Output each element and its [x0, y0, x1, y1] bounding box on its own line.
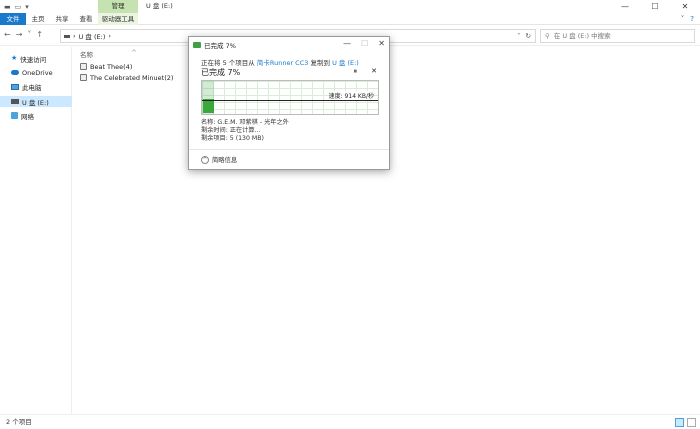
up-button[interactable]: ↑: [36, 30, 43, 39]
cancel-button[interactable]: ✕: [371, 67, 377, 76]
speed-line: [202, 100, 378, 101]
drive-icon: [11, 99, 19, 104]
copy-icon: [193, 42, 201, 48]
status-bar: 2 个项目: [0, 414, 700, 429]
copy-details: 名称: G.E.M. 邓紫棋 - 光年之外 剩余时间: 正在计算... 剩余项目…: [201, 119, 289, 144]
nav-buttons: ← → ˅ ↑: [4, 30, 43, 39]
speed-bar: [203, 99, 214, 113]
chevron-up-icon: ^: [201, 155, 209, 164]
minimize-button[interactable]: —: [610, 0, 640, 13]
dialog-window-controls: — ☐ ✕: [343, 39, 385, 48]
forward-button[interactable]: →: [16, 30, 23, 39]
dropdown-icon[interactable]: ▾: [25, 3, 29, 11]
tab-file[interactable]: 文件: [0, 13, 26, 25]
pause-button[interactable]: ⏸: [354, 67, 358, 76]
window-controls: — ☐ ✕: [610, 0, 700, 13]
item-count: 2 个项目: [6, 418, 32, 426]
less-details-button[interactable]: ^ 简略信息: [201, 155, 237, 164]
manage-contextual-tab[interactable]: 管理: [98, 0, 138, 13]
list-item[interactable]: Beat Thee(4): [80, 61, 173, 72]
speed-graph: 速度: 914 KB/秒: [201, 80, 379, 115]
title-bar: ▬ ▭ ▾ 管理 U 盘 (E:) — ☐ ✕: [0, 0, 700, 13]
copy-desc-mid: 复制到: [310, 59, 330, 67]
quick-access-toolbar: ▬ ▭ ▾: [4, 2, 29, 11]
help-icon[interactable]: ?: [690, 13, 694, 25]
search-box[interactable]: ⚲: [540, 29, 695, 43]
sidebar-item-network[interactable]: 网络: [0, 110, 72, 121]
breadcrumb-sep: ›: [108, 32, 111, 40]
file-icon: [80, 74, 87, 81]
sidebar-item-label: 快速访问: [20, 55, 47, 64]
large-icons-view-icon[interactable]: [687, 418, 696, 427]
sidebar-item-label: U 盘 (E:): [22, 98, 49, 107]
star-icon: ★: [11, 54, 18, 62]
tab-home[interactable]: 主页: [28, 13, 48, 25]
copy-dest-link[interactable]: U 盘 (E:): [332, 59, 359, 67]
search-input[interactable]: [553, 32, 674, 40]
tab-share[interactable]: 共享: [52, 13, 72, 25]
less-details-label: 简略信息: [212, 157, 238, 164]
current-file-name: 名称: G.E.M. 邓紫棋 - 光年之外: [201, 119, 289, 126]
pc-icon: [11, 83, 19, 90]
cloud-icon: [11, 70, 19, 75]
maximize-button[interactable]: ☐: [640, 0, 670, 13]
ribbon-expand-icon[interactable]: ˅: [681, 13, 685, 25]
dialog-title: 已完成 7%: [204, 42, 236, 50]
window-title: U 盘 (E:): [146, 2, 173, 10]
view-toggle: [675, 418, 696, 427]
sidebar-item-label: 网络: [21, 112, 34, 121]
breadcrumb-sep: ›: [73, 32, 76, 40]
dialog-title-bar: 已完成 7%: [193, 40, 236, 50]
breadcrumb[interactable]: U 盘 (E:): [79, 31, 106, 41]
list-item[interactable]: The Celebrated Minuet(2): [80, 72, 173, 83]
copy-source-link[interactable]: 简卡Runner CC3: [257, 59, 309, 67]
file-icon: [80, 63, 87, 70]
navigation-pane: ★ 快速访问 OneDrive 此电脑 U 盘 (E:) 网络: [0, 47, 72, 414]
save-icon[interactable]: ▬: [4, 3, 11, 11]
sidebar-item-label: OneDrive: [22, 68, 53, 77]
dialog-minimize-button[interactable]: —: [343, 39, 351, 48]
transfer-controls: ⏸ ✕: [354, 67, 377, 76]
drive-icon: [64, 34, 70, 38]
sidebar-item-usb-drive[interactable]: U 盘 (E:): [0, 96, 72, 107]
speed-text: 速度: 914 KB/秒: [328, 91, 374, 100]
file-list: Beat Thee(4) The Celebrated Minuet(2): [80, 61, 173, 83]
file-name: Beat Thee(4): [90, 62, 133, 71]
copy-description: 正在将 5 个项目从 简卡Runner CC3 复制到 U 盘 (E:): [201, 57, 359, 67]
dialog-divider: [189, 149, 389, 150]
network-icon: [11, 112, 18, 119]
tab-drive-tools[interactable]: 驱动器工具: [98, 13, 138, 25]
refresh-icon[interactable]: ↻: [526, 32, 531, 40]
file-name: The Celebrated Minuet(2): [90, 73, 174, 82]
address-dropdown-icon[interactable]: ˅: [517, 32, 520, 40]
sort-chevron-icon: ^: [131, 49, 137, 57]
address-actions: ˅ ↻: [517, 32, 535, 40]
sidebar-item-onedrive[interactable]: OneDrive: [0, 67, 72, 78]
copy-desc-prefix: 正在将 5 个项目从: [201, 59, 255, 67]
dialog-maximize-button[interactable]: ☐: [361, 39, 368, 48]
close-button[interactable]: ✕: [670, 0, 700, 13]
column-header-name[interactable]: 名称: [80, 49, 93, 59]
search-icon: ⚲: [545, 32, 550, 40]
tab-view[interactable]: 查看: [76, 13, 96, 25]
sidebar-item-label: 此电脑: [22, 83, 42, 92]
recent-dropdown-icon[interactable]: ˅: [27, 30, 31, 39]
folder-icon[interactable]: ▭: [15, 3, 22, 11]
back-button[interactable]: ←: [4, 30, 11, 39]
details-view-icon[interactable]: [675, 418, 684, 427]
sidebar-item-quick-access[interactable]: ★ 快速访问: [0, 53, 72, 64]
ribbon-tabs: 文件 主页 共享 查看 驱动器工具 ˅ ?: [0, 13, 700, 25]
ribbon-right: ˅ ?: [681, 13, 694, 25]
dialog-close-button[interactable]: ✕: [378, 39, 385, 48]
copy-progress-dialog: 已完成 7% — ☐ ✕ 正在将 5 个项目从 简卡Runner CC3 复制到…: [188, 36, 390, 170]
sidebar-item-this-pc[interactable]: 此电脑: [0, 81, 72, 92]
items-remaining: 剩余项目: 5 (130 MB): [201, 135, 264, 143]
progress-percent: 已完成 7%: [201, 68, 241, 77]
